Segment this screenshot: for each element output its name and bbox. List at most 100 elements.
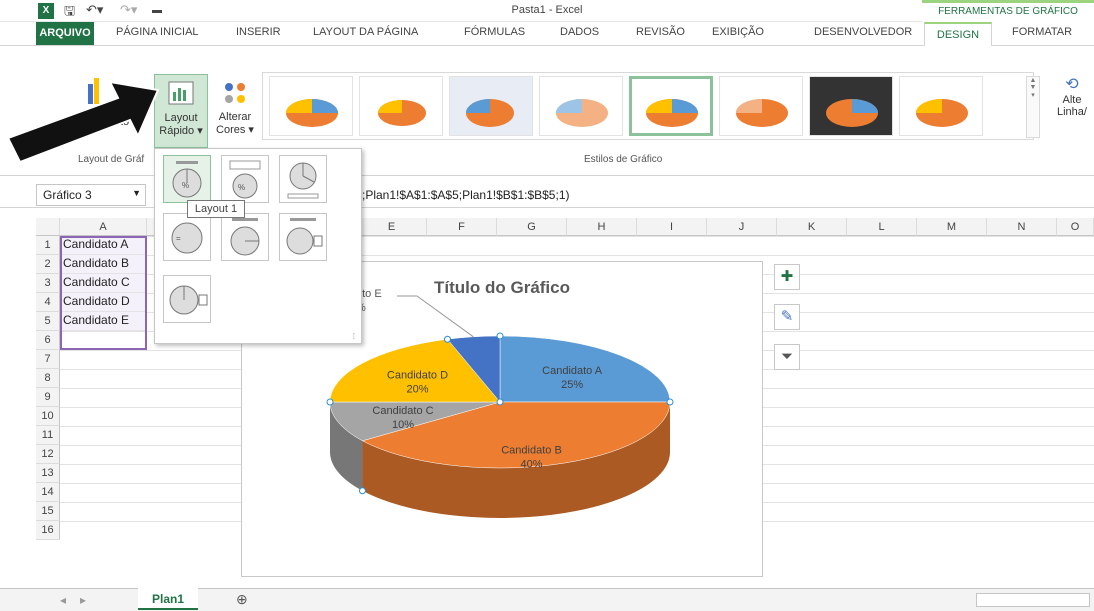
col-header[interactable]: E bbox=[357, 218, 427, 236]
horizontal-scrollbar[interactable] bbox=[976, 593, 1090, 607]
row-header[interactable]: 2 bbox=[36, 255, 60, 274]
tab-inserir[interactable]: INSERIR bbox=[236, 26, 281, 38]
tab-revisao[interactable]: REVISÃO bbox=[636, 26, 685, 38]
svg-text:%: % bbox=[182, 181, 189, 190]
selection-handle bbox=[496, 332, 504, 340]
row-header[interactable]: 16 bbox=[36, 521, 60, 540]
col-header[interactable]: M bbox=[917, 218, 987, 236]
switch-icon: ⟲ bbox=[1065, 76, 1079, 93]
col-header[interactable]: G bbox=[497, 218, 567, 236]
chart-styles-gallery bbox=[262, 72, 1034, 140]
svg-text:%: % bbox=[238, 183, 245, 192]
col-header[interactable]: L bbox=[847, 218, 917, 236]
switch-line1: Alte bbox=[1062, 94, 1082, 106]
row-header[interactable]: 14 bbox=[36, 483, 60, 502]
change-colors-line1: Alterar bbox=[218, 111, 252, 123]
quick-layout-icon bbox=[168, 81, 194, 105]
data-label-category: Candidato A bbox=[542, 365, 603, 377]
tab-dados[interactable]: DADOS bbox=[560, 26, 599, 38]
row-header[interactable]: 13 bbox=[36, 464, 60, 483]
row-header[interactable]: 4 bbox=[36, 293, 60, 312]
tab-formatar[interactable]: FORMATAR bbox=[1012, 26, 1072, 38]
chart-filter-icon[interactable]: ⏷ bbox=[774, 344, 800, 370]
data-label-value: 25% bbox=[561, 379, 583, 391]
leader-line bbox=[397, 295, 474, 338]
tab-pagina-inicial[interactable]: PÁGINA INICIAL bbox=[116, 26, 199, 38]
select-all[interactable] bbox=[36, 218, 60, 236]
col-header[interactable]: O bbox=[1057, 218, 1094, 236]
col-header[interactable]: H bbox=[567, 218, 637, 236]
tab-formulas[interactable]: FÓRMULAS bbox=[464, 26, 525, 38]
gallery-scroll[interactable]: ▲ ▼ ▾ bbox=[1026, 76, 1040, 138]
pointer-arrow-annotation bbox=[6, 80, 160, 164]
chart-styles-brush-icon[interactable]: ✎ bbox=[774, 304, 800, 330]
layout-1[interactable]: % bbox=[163, 155, 211, 203]
chart-style-7[interactable] bbox=[809, 76, 893, 136]
change-colors-line2: Cores ▾ bbox=[216, 124, 254, 136]
quick-layout-menu: % % = ⁞ bbox=[154, 148, 362, 344]
row-header[interactable]: 3 bbox=[36, 274, 60, 293]
data-label-category: Candidato B bbox=[501, 445, 562, 457]
data-label-value: 20% bbox=[406, 384, 428, 396]
tab-layout-da-pagina[interactable]: LAYOUT DA PÁGINA bbox=[313, 26, 418, 38]
col-header[interactable]: N bbox=[987, 218, 1057, 236]
tab-desenvolvedor[interactable]: DESENVOLVEDOR bbox=[814, 26, 912, 38]
chart-style-8[interactable] bbox=[899, 76, 983, 136]
svg-text:=: = bbox=[176, 234, 181, 243]
ribbon-tabs: ARQUIVO PÁGINA INICIAL INSERIR LAYOUT DA… bbox=[0, 22, 1094, 47]
chart-style-4[interactable] bbox=[539, 76, 623, 136]
chart-style-1[interactable] bbox=[269, 76, 353, 136]
col-header[interactable]: A bbox=[60, 218, 147, 236]
row-header[interactable]: 9 bbox=[36, 388, 60, 407]
row-header[interactable]: 8 bbox=[36, 369, 60, 388]
row-header[interactable]: 7 bbox=[36, 350, 60, 369]
selection-handle bbox=[666, 398, 674, 406]
data-label-category: Candidato C bbox=[372, 405, 433, 417]
layout-3[interactable] bbox=[279, 155, 327, 203]
chart-style-5[interactable] bbox=[629, 76, 713, 136]
chart-tools-header: FERRAMENTAS DE GRÁFICO bbox=[922, 0, 1094, 22]
selection-handle bbox=[496, 398, 504, 406]
group-label-styles: Estilos de Gráfico bbox=[584, 154, 663, 165]
layout-tooltip: Layout 1 bbox=[187, 200, 245, 218]
layout-2[interactable]: % bbox=[221, 155, 269, 203]
row-header[interactable]: 12 bbox=[36, 445, 60, 464]
name-box-value: Gráfico 3 bbox=[43, 188, 92, 202]
layout-5[interactable] bbox=[221, 213, 269, 261]
sheet-tab-plan1[interactable]: Plan1 bbox=[138, 588, 198, 610]
data-label-value: 40% bbox=[521, 459, 543, 471]
chart-elements-button[interactable]: ✚ bbox=[774, 264, 800, 290]
row-header[interactable]: 5 bbox=[36, 312, 60, 331]
col-header[interactable]: K bbox=[777, 218, 847, 236]
tab-arquivo[interactable]: ARQUIVO bbox=[36, 22, 94, 45]
data-label-category: Candidato D bbox=[387, 370, 448, 382]
data-label-value: 10% bbox=[392, 419, 414, 431]
selected-range bbox=[60, 236, 147, 350]
layout-6[interactable] bbox=[279, 213, 327, 261]
selection-handle bbox=[358, 487, 366, 495]
sheet-nav-next-icon[interactable]: ▸ bbox=[80, 593, 86, 607]
layout-7[interactable] bbox=[163, 275, 211, 323]
col-header[interactable]: J bbox=[707, 218, 777, 236]
resize-grip-icon[interactable]: ⁞ bbox=[353, 332, 355, 341]
add-sheet-icon[interactable]: ⊕ bbox=[236, 591, 248, 608]
col-header[interactable]: I bbox=[637, 218, 707, 236]
chart-style-2[interactable] bbox=[359, 76, 443, 136]
sheet-nav-prev-icon[interactable]: ◂ bbox=[60, 593, 66, 607]
tab-exibicao[interactable]: EXIBIÇÃO bbox=[712, 26, 764, 38]
row-header[interactable]: 1 bbox=[36, 236, 60, 255]
formula-input[interactable]: (;Plan1!$A$1:$A$5;Plan1!$B$1:$B$5;1) bbox=[358, 188, 570, 202]
col-header[interactable]: F bbox=[427, 218, 497, 236]
switch-row-column-button[interactable]: ⟲ Alte Linha/ bbox=[1050, 74, 1094, 118]
row-header[interactable]: 15 bbox=[36, 502, 60, 521]
sheet-bar: ◂ ▸ Plan1 ⊕ bbox=[0, 588, 1094, 611]
layout-4[interactable]: = bbox=[163, 213, 211, 261]
chart-style-6[interactable] bbox=[719, 76, 803, 136]
chart-style-3[interactable] bbox=[449, 76, 533, 136]
row-header[interactable]: 11 bbox=[36, 426, 60, 445]
palette-icon bbox=[225, 83, 245, 103]
row-header[interactable]: 10 bbox=[36, 407, 60, 426]
change-colors-button[interactable]: Alterar Cores ▾ bbox=[212, 74, 258, 148]
tab-design[interactable]: DESIGN bbox=[924, 22, 992, 47]
row-header[interactable]: 6 bbox=[36, 331, 60, 350]
